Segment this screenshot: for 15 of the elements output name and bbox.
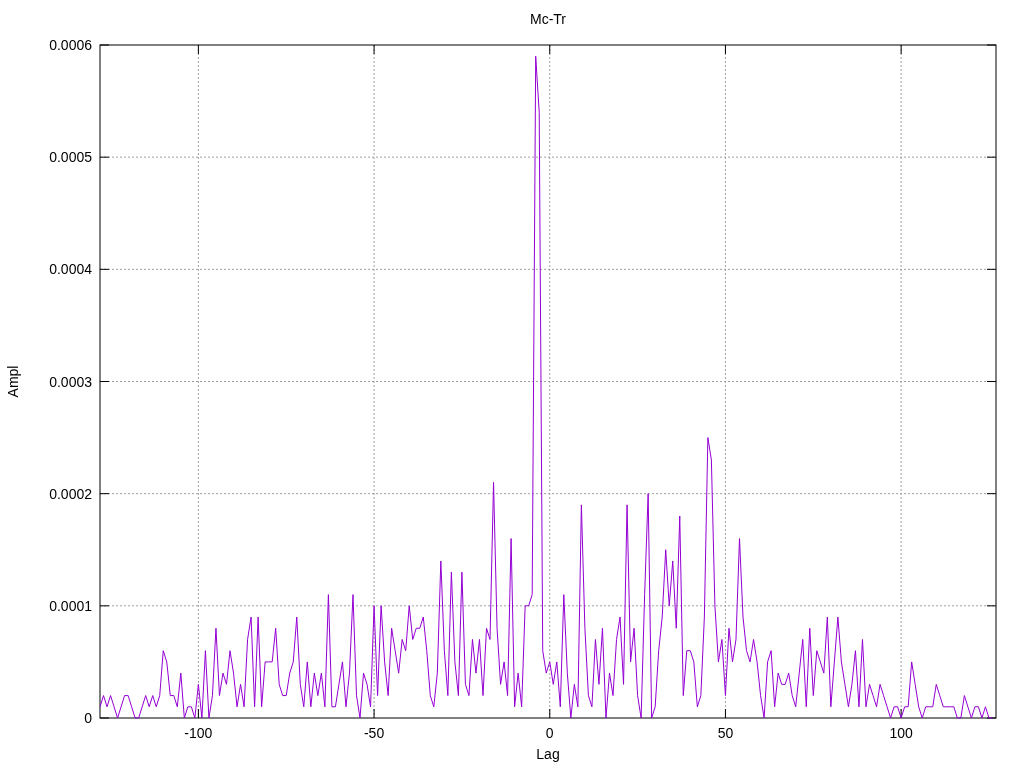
tick-label: -50 [363,725,385,741]
axis-label: Ampl [5,365,21,398]
axis-label: Lag [536,746,560,762]
tick-label: 0.0005 [49,149,92,166]
tick-label: 0.0003 [49,373,92,390]
tick-label: 0.0004 [49,261,92,278]
tick-label: 0.0002 [49,485,92,502]
tick-label: 0 [545,725,554,741]
tick-label: 0 [84,710,92,726]
tick-label: 0.0001 [49,597,92,614]
tick-label: 50 [717,725,734,741]
tick-label: 100 [889,725,913,741]
tick-label: 0.0006 [49,37,92,53]
chart-title: Mc-Tr [530,11,566,27]
tick-label: -100 [184,725,213,741]
